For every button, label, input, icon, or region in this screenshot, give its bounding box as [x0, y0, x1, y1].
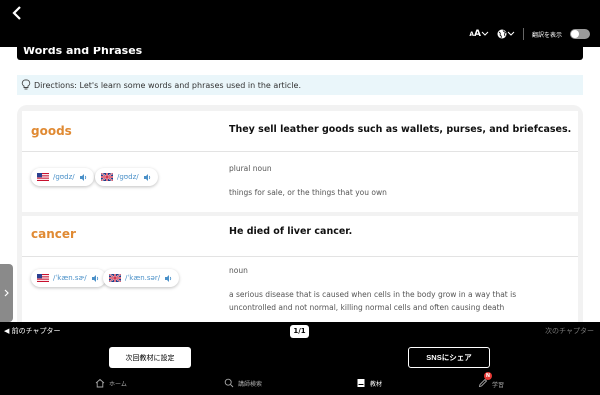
chevron-right-icon — [4, 289, 9, 297]
definition: things for sale, or the things that you … — [229, 188, 387, 197]
prev-chapter-button[interactable]: ◀ 前のチャプター — [4, 326, 61, 336]
uk-ipa: /ɡʊdz/ — [117, 173, 139, 181]
us-flag-icon — [37, 274, 49, 282]
book-icon — [357, 379, 365, 387]
chapter-nav: ◀ 前のチャプター 1/1 次のチャプター — [0, 322, 600, 342]
us-pronunciation-button[interactable]: /ɡʊdz/ — [31, 168, 94, 186]
card-divider — [22, 256, 578, 257]
top-bar: AA 翻訳を表示 — [0, 0, 600, 47]
search-icon — [224, 378, 234, 388]
nav-study-label: 学習 — [492, 381, 505, 389]
us-ipa: /ɡʊdz/ — [53, 173, 75, 181]
word-term: goods — [31, 124, 72, 138]
uk-flag-icon — [101, 173, 113, 181]
word-card: cancer He died of liver cancer. /ˈkæn.sɚ… — [22, 216, 578, 322]
directions-box: Directions: Let's learn some words and p… — [17, 75, 583, 95]
part-of-speech: plural noun — [229, 164, 272, 173]
next-chapter-button[interactable]: 次のチャプター — [545, 326, 594, 336]
uk-flag-icon — [109, 274, 121, 282]
us-pronunciation-button[interactable]: /ˈkæn.sɚ/ — [31, 269, 106, 287]
us-ipa: /ˈkæn.sɚ/ — [53, 274, 87, 282]
chevron-down-icon — [507, 31, 515, 36]
home-icon — [95, 378, 105, 388]
speaker-icon — [143, 173, 150, 181]
back-icon[interactable] — [8, 4, 26, 22]
part-of-speech: noun — [229, 266, 248, 275]
definition: a serious disease that is caused when ce… — [229, 290, 517, 312]
content-area: Words and Phrases Directions: Let's lear… — [0, 47, 600, 322]
uk-pronunciation-button[interactable]: /ˈkæn.sər/ — [103, 269, 180, 287]
page-indicator: 1/1 — [290, 325, 309, 338]
toolbar-divider — [522, 28, 524, 40]
bulb-icon — [21, 79, 31, 90]
toolbar: AA 翻訳を表示 — [469, 28, 590, 40]
triangle-left-icon: ◀ — [4, 327, 10, 335]
next-chapter-label: 次のチャプター — [545, 327, 594, 335]
nav-home-label: ホーム — [109, 380, 127, 388]
speaker-icon — [91, 274, 98, 282]
section-title: Words and Phrases — [23, 47, 143, 57]
speaker-icon — [79, 173, 86, 181]
nav-study-icon-wrap: N — [478, 372, 492, 390]
example-sentence: He died of liver cancer. — [229, 226, 353, 237]
prev-chapter-label: 前のチャプター — [11, 327, 61, 335]
example-sentence: They sell leather goods such as wallets,… — [229, 124, 572, 135]
speaker-icon — [165, 274, 172, 282]
set-next-material-button[interactable]: 次回教材に設定 — [109, 347, 191, 368]
chevron-down-icon — [481, 31, 489, 36]
action-bar: 次回教材に設定 SNSにシェア — [0, 342, 600, 372]
nav-materials[interactable]: 教材 — [356, 378, 382, 388]
font-size-button[interactable]: AA — [469, 29, 489, 39]
us-flag-icon — [37, 173, 49, 181]
nav-materials-label: 教材 — [370, 380, 383, 388]
nav-teacher-search-label: 講師検索 — [238, 380, 263, 388]
translation-label: 翻訳を表示 — [531, 31, 562, 39]
language-button[interactable] — [497, 29, 515, 39]
uk-ipa: /ˈkæn.sər/ — [125, 274, 161, 282]
card-divider — [22, 151, 578, 152]
nav-teacher-search[interactable]: 講師検索 — [224, 378, 262, 388]
side-drawer-handle[interactable] — [0, 264, 13, 322]
section-header: Words and Phrases — [17, 47, 583, 60]
nav-study[interactable]: N 学習 — [478, 372, 505, 390]
bottom-nav: ホーム 講師検索 教材 N 学習 — [0, 372, 600, 395]
nav-home[interactable]: ホーム — [95, 378, 127, 388]
word-card: goods They sell leather goods such as wa… — [22, 111, 578, 212]
uk-pronunciation-button[interactable]: /ɡʊdz/ — [95, 168, 158, 186]
directions-text: Directions: Let's learn some words and p… — [34, 80, 301, 90]
word-term: cancer — [31, 227, 76, 241]
translation-toggle[interactable] — [570, 29, 590, 39]
globe-icon — [497, 29, 507, 39]
new-badge: N — [484, 372, 492, 380]
share-sns-button[interactable]: SNSにシェア — [408, 347, 490, 368]
